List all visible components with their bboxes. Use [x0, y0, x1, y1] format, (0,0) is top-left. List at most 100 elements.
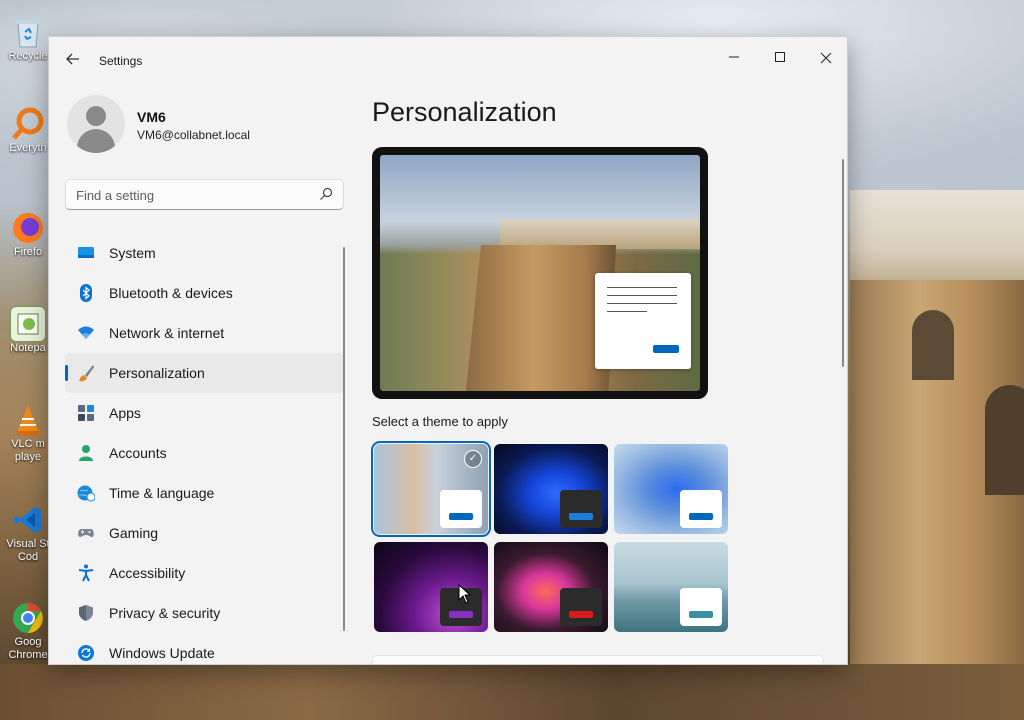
theme-section-label: Select a theme to apply	[372, 414, 508, 429]
sidebar-item-accounts[interactable]: Accounts	[65, 433, 344, 473]
theme-accent-bar	[449, 513, 473, 520]
desktop-icon-everything[interactable]: Everyth	[4, 106, 52, 155]
sidebar-item-windows-update[interactable]: Windows Update	[65, 633, 344, 664]
sidebar-item-privacy-security[interactable]: Privacy & security	[65, 593, 344, 633]
settings-window: Settings VM6 VM6@collabnet.local System	[48, 36, 848, 665]
preview-cliff	[466, 245, 616, 391]
windows-update-icon	[77, 644, 95, 662]
page-title: Personalization	[372, 97, 557, 127]
desktop-icon-label: Everyth	[9, 142, 47, 154]
desktop-icon-label: Notepa	[10, 342, 46, 354]
sidebar-item-personalization[interactable]: Personalization	[65, 353, 344, 393]
sidebar-item-time-language[interactable]: Time & language	[65, 473, 344, 513]
sidebar-item-system[interactable]: System	[65, 233, 344, 273]
back-arrow-icon	[66, 53, 79, 65]
everything-search-icon	[10, 106, 46, 142]
preview-accent-button	[653, 345, 679, 353]
settings-card-partial[interactable]	[372, 655, 824, 664]
sidebar-item-label: System	[109, 245, 156, 261]
window-title: Settings	[99, 54, 143, 68]
theme-accent-bar	[689, 513, 713, 520]
minimize-button[interactable]	[711, 43, 757, 75]
globe-clock-icon	[77, 484, 95, 502]
back-button[interactable]	[63, 51, 83, 71]
preview-line	[607, 311, 647, 312]
theme-windows-light[interactable]	[614, 444, 728, 534]
user-name: VM6	[137, 109, 166, 125]
sidebar-item-network[interactable]: Network & internet	[65, 313, 344, 353]
avatar-head	[86, 106, 106, 126]
preview-town	[500, 219, 700, 249]
desktop-wallpaper-town	[850, 190, 1024, 290]
preview-line	[607, 303, 677, 304]
desktop-icon-label-line-2: Chrome	[8, 649, 48, 661]
search-icon[interactable]	[319, 187, 333, 201]
desktop-icon-label: Goog	[14, 636, 42, 648]
desktop-icon-label-line-2: Cod	[17, 551, 39, 563]
theme-flow[interactable]	[614, 542, 728, 632]
sidebar-item-accessibility[interactable]: Accessibility	[65, 553, 344, 593]
theme-accent-bar	[569, 513, 593, 520]
system-monitor-icon	[77, 244, 95, 262]
desktop-icon-vscode[interactable]: Visual St Cod	[4, 502, 52, 564]
theme-mini-window	[440, 490, 482, 528]
content-scrollbar[interactable]	[842, 159, 844, 367]
theme-mini-window	[680, 490, 722, 528]
sidebar-item-label: Gaming	[109, 525, 159, 541]
avatar-body	[77, 129, 115, 153]
theme-accent-bar	[569, 611, 593, 618]
paintbrush-icon	[77, 364, 95, 382]
theme-captured-motion[interactable]	[494, 542, 608, 632]
title-bar[interactable]: Settings	[49, 37, 847, 85]
preview-line	[607, 295, 677, 296]
desktop-wallpaper-arch	[912, 310, 954, 380]
wallpaper-preview	[380, 155, 700, 391]
close-button[interactable]	[803, 43, 847, 75]
notepad-plus-icon	[10, 306, 46, 342]
desktop-icon-recycle-bin[interactable]: Recycle	[4, 14, 52, 63]
desktop-icon-label: Recycle	[8, 50, 48, 62]
desktop-icon-vlc[interactable]: VLC m playe	[4, 402, 52, 464]
sidebar-item-label: Windows Update	[109, 645, 215, 661]
desktop-icon-label-line-2: playe	[14, 451, 42, 463]
sidebar-item-label: Accounts	[109, 445, 167, 461]
accounts-icon	[77, 444, 95, 462]
gamepad-icon	[77, 524, 95, 542]
sidebar-nav: System Bluetooth & devices Network & int…	[65, 233, 344, 664]
maximize-button[interactable]	[757, 43, 803, 75]
sidebar-item-label: Time & language	[109, 485, 215, 501]
desktop-wallpaper-arch-2	[985, 385, 1024, 495]
sidebar-scrollbar[interactable]	[343, 247, 345, 631]
bluetooth-icon	[77, 284, 95, 302]
search-input[interactable]	[76, 186, 306, 204]
desktop-icon-notepad[interactable]: Notepa	[4, 306, 52, 355]
theme-mini-window	[560, 490, 602, 528]
sidebar-item-bluetooth[interactable]: Bluetooth & devices	[65, 273, 344, 313]
sidebar-item-label: Bluetooth & devices	[109, 285, 233, 301]
user-email: VM6@collabnet.local	[137, 128, 250, 142]
desktop-icon-label: Firefo	[13, 246, 43, 258]
search-box[interactable]	[65, 179, 344, 210]
theme-windows-dark[interactable]	[494, 444, 608, 534]
desktop-icon-firefox[interactable]: Firefo	[4, 210, 52, 259]
vscode-icon	[10, 502, 46, 538]
sidebar-item-label: Accessibility	[109, 565, 186, 581]
close-icon	[820, 52, 832, 64]
desktop-wallpaper-ground	[0, 664, 1024, 720]
shield-icon	[77, 604, 95, 622]
maximize-icon	[775, 52, 785, 62]
sidebar-item-apps[interactable]: Apps	[65, 393, 344, 433]
theme-windows-spotlight[interactable]: ✓	[371, 441, 491, 537]
desktop-icon-chrome[interactable]: Goog Chrome	[4, 600, 52, 662]
desktop-icon-label: VLC m	[11, 438, 45, 450]
theme-accent-bar	[449, 611, 473, 618]
mouse-cursor-icon	[458, 584, 472, 604]
minimize-icon	[729, 56, 739, 58]
theme-preview	[372, 147, 708, 399]
apps-icon	[77, 404, 95, 422]
accessibility-icon	[77, 564, 95, 582]
sidebar-item-gaming[interactable]: Gaming	[65, 513, 344, 553]
theme-accent-bar	[689, 611, 713, 618]
firefox-icon	[10, 210, 46, 246]
avatar[interactable]	[67, 95, 125, 153]
